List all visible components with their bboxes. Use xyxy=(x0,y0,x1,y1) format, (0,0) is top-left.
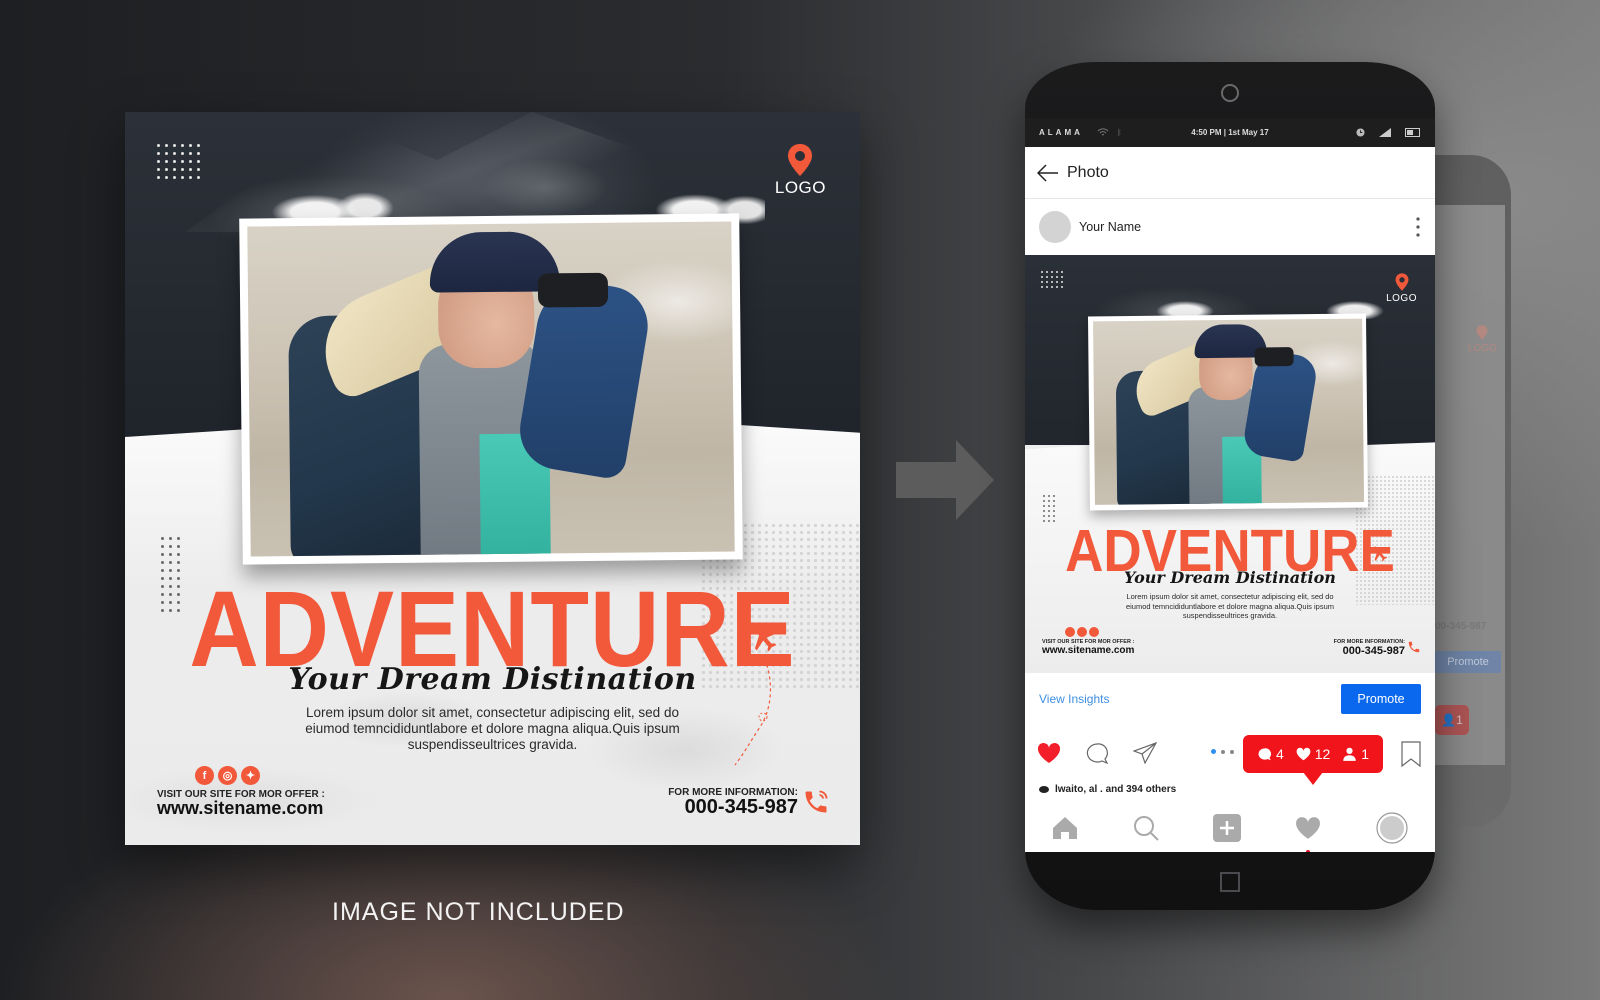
brand-logo: LOGO xyxy=(775,144,826,198)
body-copy: Lorem ipsum dolor sit amet, consectetur … xyxy=(305,705,680,752)
carousel-dot xyxy=(1221,749,1225,754)
airplane-icon xyxy=(753,626,778,652)
instagram-icon xyxy=(1077,627,1087,637)
status-bar: ALAMA ᛒ 4:50 PM | 1st May 17 xyxy=(1025,118,1435,147)
phone-call-icon xyxy=(805,790,828,813)
arrow-left-icon[interactable] xyxy=(1037,163,1059,182)
back-phone-logo: LOGO xyxy=(1468,325,1497,354)
likes-text[interactable]: lwaito, al . and 394 others xyxy=(1055,784,1176,795)
phone-number: 000-345-987 xyxy=(684,796,798,818)
top-bar: Photo xyxy=(1025,147,1435,199)
dot-pattern-top-left xyxy=(157,144,200,179)
tab-add[interactable] xyxy=(1212,813,1241,847)
notification-dot xyxy=(1306,849,1311,852)
activity-notification-badge: 4 12 1 xyxy=(1243,735,1383,785)
person-icon: 👤 xyxy=(1441,713,1457,727)
social-links xyxy=(1065,627,1099,637)
phone-number: 000-345-987 xyxy=(1342,645,1405,657)
view-insights-link[interactable]: View Insights xyxy=(1039,692,1109,706)
body-copy: Lorem ipsum dolor sit amet, consectetur … xyxy=(1125,592,1335,620)
image-not-included-note: IMAGE NOT INCLUDED xyxy=(332,898,625,926)
facebook-icon xyxy=(1065,627,1075,637)
dot-pattern-middle-left xyxy=(1043,495,1055,522)
heart-filled-icon[interactable] xyxy=(1037,742,1061,764)
heart-icon xyxy=(1296,747,1311,761)
avatar[interactable] xyxy=(1039,211,1071,243)
bookmark-icon[interactable] xyxy=(1401,741,1421,767)
search-icon xyxy=(1133,815,1159,841)
carousel-dot xyxy=(1230,749,1234,754)
logo-text: LOGO xyxy=(774,178,826,197)
social-post-preview: LOGO ADVENTURE Your Dream Distination Lo… xyxy=(125,112,860,845)
comment-bubble-icon xyxy=(1258,748,1271,761)
location-pin-icon xyxy=(1395,273,1409,291)
insights-row: View Insights Promote xyxy=(1025,673,1435,725)
more-options-icon[interactable] xyxy=(1415,216,1421,238)
twitter-icon xyxy=(1089,627,1099,637)
promote-button[interactable]: Promote xyxy=(1341,684,1421,714)
share-icon[interactable] xyxy=(1133,742,1157,764)
twitter-icon[interactable]: ✦ xyxy=(241,766,260,785)
phone-screen: Photo Your Name LOGO ADVENTURE Your Drea… xyxy=(1025,147,1435,852)
comments-count: 4 xyxy=(1257,746,1284,762)
bottom-tab-bar xyxy=(1025,808,1435,852)
arrow-right-icon xyxy=(896,440,994,520)
likes-count: 12 xyxy=(1296,746,1330,762)
comment-icon[interactable] xyxy=(1085,742,1109,764)
airplane-icon xyxy=(1373,546,1388,562)
tab-search[interactable] xyxy=(1133,815,1159,846)
location-pin-icon xyxy=(788,144,813,176)
hiker-photo xyxy=(1093,318,1365,505)
tagline: Your Dream Distination xyxy=(1124,568,1336,587)
followers-count: 1 xyxy=(1342,746,1369,762)
home-icon xyxy=(1053,816,1078,839)
instagram-icon[interactable]: ◎ xyxy=(218,766,237,785)
back-phone-activity-badge: 👤 1 xyxy=(1435,705,1469,735)
carousel-indicator xyxy=(1211,749,1234,754)
heart-icon xyxy=(1296,816,1321,839)
photo-frame xyxy=(239,213,743,565)
front-camera xyxy=(1221,84,1239,102)
tab-profile[interactable] xyxy=(1376,811,1408,849)
dot-pattern-top-left xyxy=(1041,271,1063,288)
brand-logo: LOGO xyxy=(1386,273,1417,304)
back-phone-number: 00-345-987 xyxy=(1435,621,1487,632)
phone-mockup: ALAMA ᛒ 4:50 PM | 1st May 17 Photo Your … xyxy=(1025,62,1435,910)
site-url: www.sitename.com xyxy=(1042,645,1135,656)
location-pin-icon xyxy=(1476,325,1488,340)
phone-call-icon xyxy=(1408,641,1420,653)
tab-activity[interactable] xyxy=(1295,816,1321,852)
likes-summary: lwaito, al . and 394 others xyxy=(1025,781,1435,797)
like-avatars-icon xyxy=(1039,785,1049,793)
page-title: Photo xyxy=(1067,163,1109,181)
profile-name[interactable]: Your Name xyxy=(1079,220,1141,234)
site-url[interactable]: www.sitename.com xyxy=(157,798,323,819)
status-time: 4:50 PM | 1st May 17 xyxy=(1191,128,1269,137)
back-phone-promote-button: Promote xyxy=(1435,651,1501,673)
back-phone-logo-text: LOGO xyxy=(1468,343,1497,354)
post-header: Your Name xyxy=(1025,199,1435,255)
profile-circle-icon xyxy=(1376,811,1408,844)
flight-path xyxy=(734,658,771,766)
social-links: f ◎ ✦ xyxy=(195,766,260,785)
tab-home[interactable] xyxy=(1052,816,1078,845)
hiker-photo xyxy=(247,221,735,557)
post-actions: 4 12 1 xyxy=(1025,725,1435,785)
facebook-icon[interactable]: f xyxy=(195,766,214,785)
plus-square-icon xyxy=(1212,813,1241,842)
home-button[interactable] xyxy=(1220,872,1240,892)
post-image[interactable]: LOGO ADVENTURE Your Dream Distination Lo… xyxy=(1025,255,1435,673)
photo-frame xyxy=(1087,313,1369,511)
logo-text: LOGO xyxy=(1386,293,1417,304)
carousel-dot-active xyxy=(1211,749,1216,754)
person-icon xyxy=(1343,747,1356,761)
